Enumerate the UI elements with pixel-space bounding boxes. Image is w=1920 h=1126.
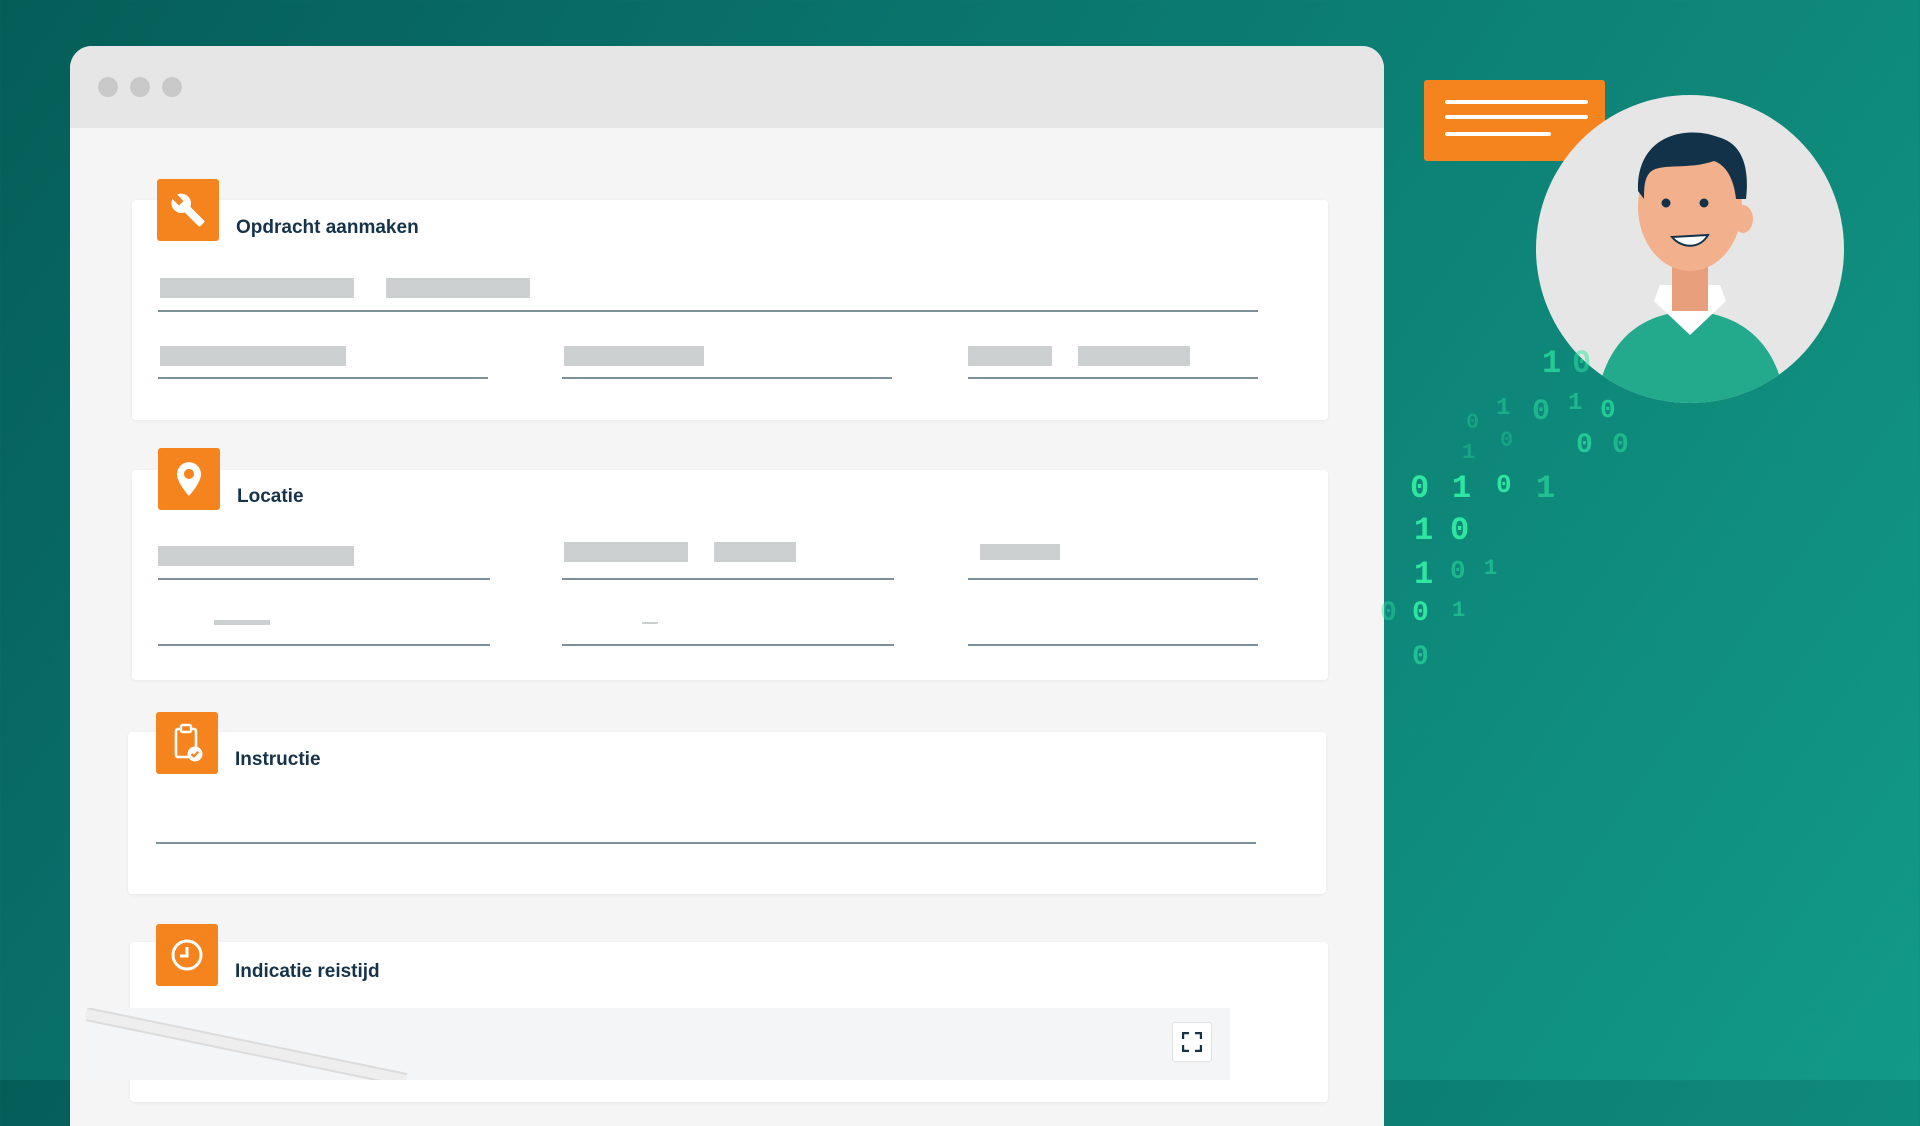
field-underline	[562, 644, 894, 646]
window-control-dot[interactable]	[130, 77, 150, 97]
binary-digit: 1	[1414, 556, 1434, 593]
field-underline	[968, 578, 1258, 580]
binary-digit: 0	[1496, 470, 1512, 500]
field-underline	[158, 644, 490, 646]
placeholder-field[interactable]	[160, 278, 354, 298]
map-preview[interactable]	[86, 1008, 1230, 1080]
placeholder-field[interactable]	[980, 544, 1060, 560]
binary-digit: 0	[1466, 410, 1480, 435]
placeholder-field[interactable]	[968, 346, 1052, 366]
placeholder-field[interactable]	[386, 278, 530, 298]
field-underline	[562, 377, 892, 379]
field-underline	[968, 377, 1258, 379]
placeholder-field[interactable]	[1078, 346, 1190, 366]
placeholder-field[interactable]	[564, 542, 688, 562]
window-control-dot[interactable]	[98, 77, 118, 97]
location-card	[132, 470, 1328, 680]
binary-digit: 0	[1450, 556, 1466, 586]
placeholder-field[interactable]	[642, 622, 658, 624]
wrench-icon	[157, 179, 219, 241]
placeholder-field[interactable]	[564, 346, 704, 366]
field-underline	[562, 578, 894, 580]
window-titlebar	[70, 46, 1384, 128]
clock-icon	[156, 924, 218, 986]
binary-digit: 1	[1536, 470, 1556, 507]
card-title: Locatie	[237, 486, 304, 507]
card-title: Indicatie reistijd	[235, 961, 380, 982]
binary-digit: 0	[1572, 345, 1592, 382]
map-pin-icon	[158, 448, 220, 510]
card-title: Instructie	[235, 749, 321, 770]
field-underline	[158, 310, 1258, 312]
binary-digit: 0	[1500, 428, 1514, 453]
window-control-dot[interactable]	[162, 77, 182, 97]
placeholder-field[interactable]	[160, 346, 346, 366]
placeholder-field[interactable]	[714, 542, 796, 562]
field-underline	[968, 644, 1258, 646]
binary-digit: 0	[1532, 395, 1551, 429]
binary-digit: 0	[1380, 598, 1397, 629]
expand-map-button[interactable]	[1172, 1022, 1212, 1062]
binary-digit: 1	[1452, 598, 1466, 623]
binary-digit: 1	[1462, 440, 1476, 465]
binary-digit: 1	[1496, 395, 1511, 422]
binary-digit: 0	[1412, 642, 1429, 673]
field-underline	[158, 377, 488, 379]
binary-digit: 1	[1484, 556, 1498, 581]
binary-digit: 0	[1412, 598, 1429, 629]
binary-digit: 1	[1568, 390, 1583, 417]
binary-digit: 0	[1576, 430, 1593, 461]
binary-digit: 1	[1542, 345, 1562, 382]
binary-digit: 0	[1612, 430, 1629, 461]
binary-digit: 0	[1410, 470, 1430, 507]
expand-icon	[1182, 1032, 1202, 1052]
card-title: Opdracht aanmaken	[236, 217, 419, 238]
binary-digit: 1	[1452, 470, 1472, 507]
clipboard-check-icon	[156, 712, 218, 774]
binary-digit: 1	[1414, 512, 1434, 549]
binary-digit: 0	[1450, 512, 1470, 549]
placeholder-field[interactable]	[158, 546, 354, 566]
placeholder-field[interactable]	[214, 620, 270, 625]
field-underline	[156, 842, 1256, 844]
field-underline	[158, 578, 490, 580]
binary-digit: 0	[1600, 395, 1616, 425]
